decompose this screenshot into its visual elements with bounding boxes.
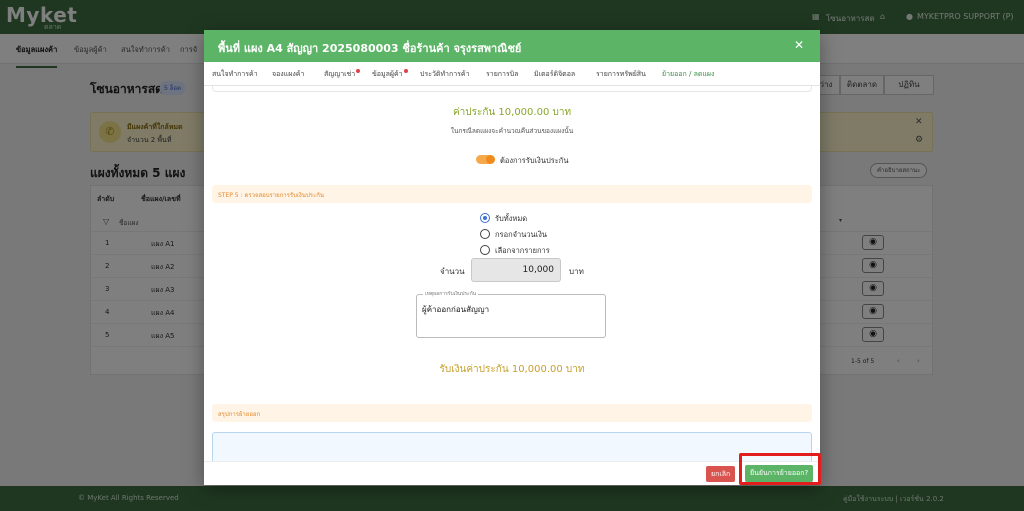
radio-label: รับทั้งหมด [495,214,528,223]
receive-deposit-total: รับเงินค่าประกัน 10,000.00 บาท [439,364,585,375]
radio-circle[interactable] [480,245,490,255]
close-icon[interactable]: ✕ [794,38,804,52]
toggle-label: ต้องการรับเงินประกัน [500,156,569,165]
radio-label: กรอกจำนวนเงิน [495,230,548,239]
modal-header: พื้นที่ แผง A4 สัญญา 2025080003 ชื่อร้าน… [204,30,820,62]
deposit-heading: ค่าประกัน 10,000.00 บาท [452,107,572,118]
notification-dot [403,69,408,73]
previous-section-edge [212,86,812,92]
amount-label: จำนวน [440,267,465,276]
modal-tabs: สนใจทำการค้า จองแผงค้า สัญญาเช่า ข้อมูลผ… [204,62,820,89]
radio-circle-checked[interactable] [480,213,490,223]
tab-bills[interactable]: รายการบิล [486,69,518,80]
toggle-knob[interactable] [486,155,495,164]
notification-dot [356,69,361,73]
step5-heading: STEP 5 : ตรวจสอบรายการรับเงินประกัน [212,185,812,203]
reason-legend: เหตุผลการรับเงินประกัน [423,290,479,298]
tab-vendor-info[interactable]: ข้อมูลผู้ค้า [372,69,408,80]
tab-trade-history[interactable]: ประวัติทำการค้า [420,69,470,80]
deposit-note: ในกรณีลดแผงจะคำนวณคืนส่วนของแผงนั้น [450,127,574,135]
reason-value[interactable]: ผู้ค้าออกก่อนสัญญา [422,303,489,316]
reason-textarea[interactable]: เหตุผลการรับเงินประกัน ผู้ค้าออกก่อนสัญญ… [416,290,606,338]
amount-unit: บาท [569,267,584,276]
amount-field[interactable]: 10,000 [471,258,561,282]
tab-digital-meter[interactable]: มิเตอร์ดิจิตอล [534,69,575,80]
cancel-button[interactable]: ยกเลิก [706,466,736,482]
modal-title: พื้นที่ แผง A4 สัญญา 2025080003 ชื่อร้าน… [218,42,522,55]
highlight-box [739,453,821,485]
tab-lease[interactable]: สัญญาเช่า [324,69,361,80]
move-out-modal: พื้นที่ แผง A4 สัญญา 2025080003 ชื่อร้าน… [204,30,820,485]
move-out-summary-heading: สรุปการย้ายออก [212,404,812,422]
toggle-track[interactable] [476,155,495,164]
tab-assets[interactable]: รายการทรัพย์สิน [596,69,646,80]
modal-footer: ยกเลิก ยืนยันการย้ายออก? [204,461,820,485]
radio-label: เลือกจากรายการ [495,246,550,255]
tab-trade-interest[interactable]: สนใจทำการค้า [212,69,258,80]
modal-body[interactable]: ค่าประกัน 10,000.00 บาท ในกรณีลดแผงจะคำน… [204,86,820,472]
tab-stall-booking[interactable]: จองแผงค้า [272,69,304,80]
radio-circle[interactable] [480,229,490,239]
